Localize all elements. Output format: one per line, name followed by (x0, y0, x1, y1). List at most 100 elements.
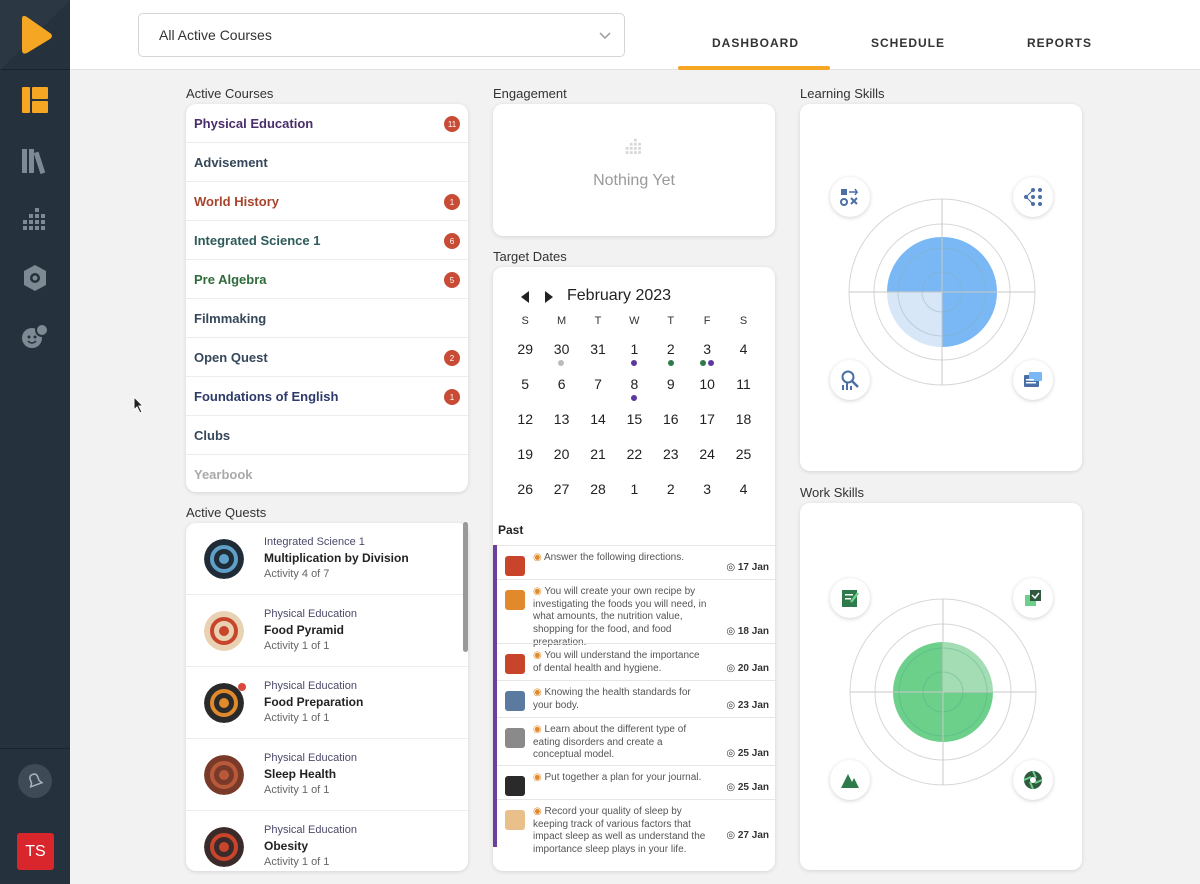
calendar-day[interactable]: 18 (725, 411, 761, 432)
calendar-day[interactable]: 10 (689, 376, 725, 397)
calendar-day[interactable]: 24 (689, 446, 725, 467)
calendar-day[interactable]: 6 (543, 376, 579, 397)
calendar-grid: SMTWTFS 29 30 31 1 2 3 4 5 6 7 8 9 10 11 12 13 14 15 16 17 1… (507, 315, 762, 502)
notification-badge: 6 (444, 233, 460, 249)
quest-item[interactable]: Integrated Science 1 Multiplication by Di… (186, 523, 468, 595)
activity-date-text: 23 Jan (737, 700, 769, 711)
calendar-day[interactable]: 4 (725, 481, 761, 502)
tab-schedule[interactable]: SCHEDULE (871, 36, 945, 50)
calendar-day[interactable]: 17 (689, 411, 725, 432)
calendar-day[interactable]: 2 (653, 481, 689, 502)
course-item[interactable]: Physical Education 11 (186, 104, 468, 143)
calendar-day[interactable]: 4 (725, 341, 761, 362)
course-item[interactable]: Advisement (186, 143, 468, 182)
quest-item[interactable]: Physical Education Obesity Activity 1 of 1 (186, 811, 468, 871)
app-logo[interactable] (0, 0, 70, 70)
past-activity-item[interactable]: ◉ Answer the following directions. ◎ 17 J… (497, 545, 775, 579)
user-avatar[interactable]: TS (17, 833, 54, 870)
calendar-day[interactable]: 16 (653, 411, 689, 432)
calendar-day[interactable]: 19 (507, 446, 543, 467)
network-skill-button[interactable] (1013, 177, 1053, 217)
calendar-day[interactable]: 3 (689, 341, 725, 366)
calendar-day-number: 17 (699, 411, 715, 427)
past-activity-item[interactable]: ◉ Learn about the different type of eati… (497, 717, 775, 765)
calendar-day[interactable]: 20 (543, 446, 579, 467)
quest-item[interactable]: Physical Education Sleep Health Activity 1… (186, 739, 468, 811)
course-item-label: Clubs (194, 427, 231, 443)
sidebar-item-analytics[interactable] (0, 190, 70, 250)
research-skill-button[interactable] (830, 360, 870, 400)
calendar-day[interactable]: 12 (507, 411, 543, 432)
calendar-day[interactable]: 27 (543, 481, 579, 502)
past-activity-item[interactable]: ◉ Put together a plan for your journal. ◎… (497, 765, 775, 799)
past-activity-item[interactable]: ◉ You will create your own recipe by inv… (497, 579, 775, 648)
calendar-day[interactable]: 26 (507, 481, 543, 502)
tab-reports[interactable]: REPORTS (1027, 36, 1092, 50)
learning-skill-segment (887, 237, 942, 292)
past-activity-item[interactable]: ◉ Knowing the health standards for your … (497, 680, 775, 717)
sidebar-item-dashboard[interactable] (0, 70, 70, 130)
quest-activity: Activity 1 of 1 (264, 640, 330, 652)
quest-item[interactable]: Physical Education Food Pyramid Activity 1… (186, 595, 468, 667)
sidebar-item-library[interactable] (0, 130, 70, 190)
calendar-day[interactable]: 31 (580, 341, 616, 362)
calendar-day[interactable]: 21 (580, 446, 616, 467)
event-dot (699, 360, 706, 366)
calendar-day[interactable]: 5 (507, 376, 543, 397)
course-item[interactable]: Yearbook (186, 455, 468, 492)
course-item[interactable]: World History 1 (186, 182, 468, 221)
top-header: All Active Courses DASHBOARD SCHEDULE RE… (70, 0, 1200, 70)
calendar-day[interactable]: 11 (725, 376, 761, 397)
calendar-day[interactable]: 29 (507, 341, 543, 362)
focus-skill-button[interactable] (1013, 760, 1053, 800)
sidebar-item-badges[interactable] (0, 248, 70, 308)
calendar-day[interactable]: 13 (543, 411, 579, 432)
calendar-day[interactable]: 3 (689, 481, 725, 502)
sidebar: TS (0, 0, 70, 884)
course-item[interactable]: Pre Algebra 5 (186, 260, 468, 299)
calendar-day[interactable]: 2 (653, 341, 689, 366)
course-filter-select[interactable]: All Active Courses (138, 13, 625, 57)
course-item[interactable]: Clubs (186, 416, 468, 455)
calendar-day[interactable]: 22 (616, 446, 652, 467)
next-month-button[interactable] (543, 290, 555, 304)
course-item[interactable]: Open Quest 2 (186, 338, 468, 377)
sidebar-item-students[interactable] (0, 306, 70, 366)
course-item[interactable]: Foundations of English 1 (186, 377, 468, 416)
quests-scrollbar[interactable] (463, 522, 468, 652)
strategy-skill-button[interactable] (830, 177, 870, 217)
calendar-day[interactable]: 30 (543, 341, 579, 366)
calendar-day[interactable]: 8 (616, 376, 652, 401)
course-item[interactable]: Filmmaking (186, 299, 468, 338)
calendar-day-number: 23 (662, 446, 679, 462)
calendar-day[interactable]: 14 (580, 411, 616, 432)
notifications-button[interactable] (18, 764, 52, 798)
communication-skill-button[interactable] (1013, 360, 1053, 400)
quest-name: Food Pyramid (264, 623, 345, 637)
calendar-day-number: 31 (590, 341, 606, 357)
badge-icon (24, 265, 46, 291)
past-activity-item[interactable]: ◉ Record your quality of sleep by keepin… (497, 799, 775, 855)
calendar-day[interactable]: 23 (653, 446, 689, 467)
past-activity-item[interactable]: ◉ You will understand the importance of … (497, 643, 775, 680)
calendar-day-number: 13 (553, 411, 570, 427)
growth-skill-button[interactable] (830, 760, 870, 800)
tab-dashboard[interactable]: DASHBOARD (712, 36, 799, 50)
calendar-day[interactable]: 1 (616, 341, 652, 366)
calendar-day[interactable]: 7 (580, 376, 616, 397)
calendar-day-number: 1 (630, 481, 639, 497)
calendar-day[interactable]: 9 (653, 376, 689, 397)
work-skill-segment (943, 642, 993, 692)
planning-skill-button[interactable] (830, 578, 870, 618)
course-item[interactable]: Integrated Science 1 6 (186, 221, 468, 260)
calendar-day[interactable]: 1 (616, 481, 652, 502)
activity-due-date: ◎ 23 Jan (726, 700, 769, 711)
calendar-day[interactable]: 28 (580, 481, 616, 502)
prev-month-button[interactable] (519, 290, 531, 304)
calendar-day[interactable]: 15 (616, 411, 652, 432)
target-dates-title: Target Dates (493, 249, 567, 264)
activity-date-text: 25 Jan (737, 782, 769, 793)
quest-item[interactable]: Physical Education Food Preparation Activi… (186, 667, 468, 739)
calendar-day[interactable]: 25 (725, 446, 761, 467)
organization-skill-button[interactable] (1013, 578, 1053, 618)
